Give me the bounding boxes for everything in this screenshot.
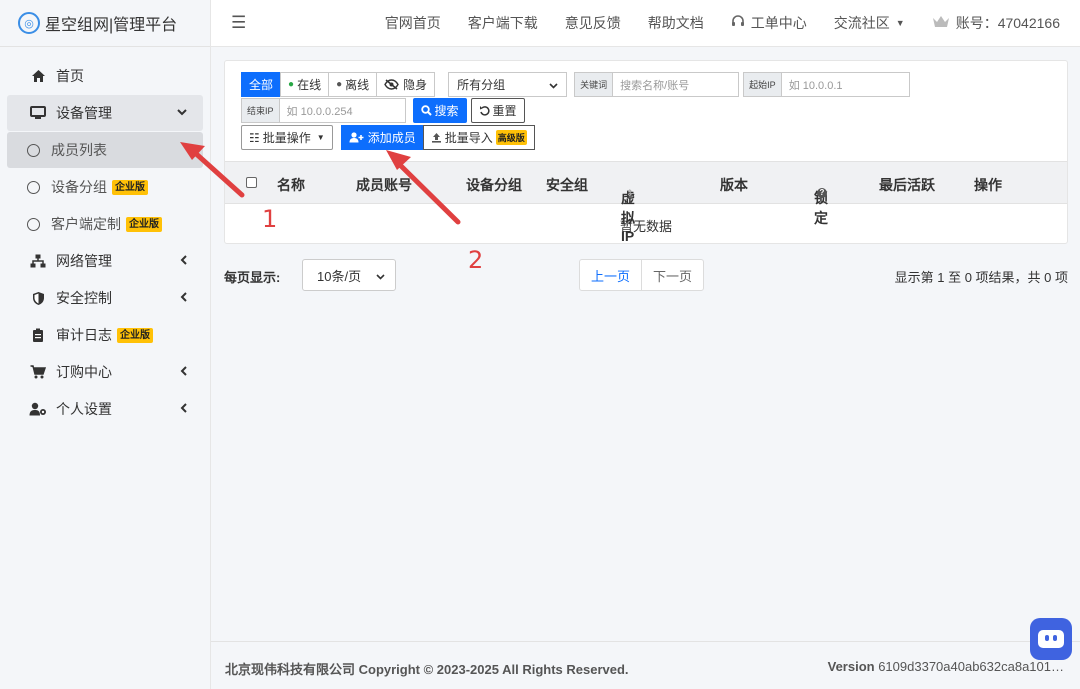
chat-assistant-button[interactable] — [1030, 618, 1072, 660]
annotation-layer — [180, 142, 461, 225]
arrow-2 — [386, 150, 461, 225]
robot-icon — [1038, 630, 1064, 648]
annotation-marker-1: 1 — [262, 205, 278, 233]
annotation-marker-2: 2 — [468, 246, 484, 274]
arrow-1 — [180, 142, 245, 198]
